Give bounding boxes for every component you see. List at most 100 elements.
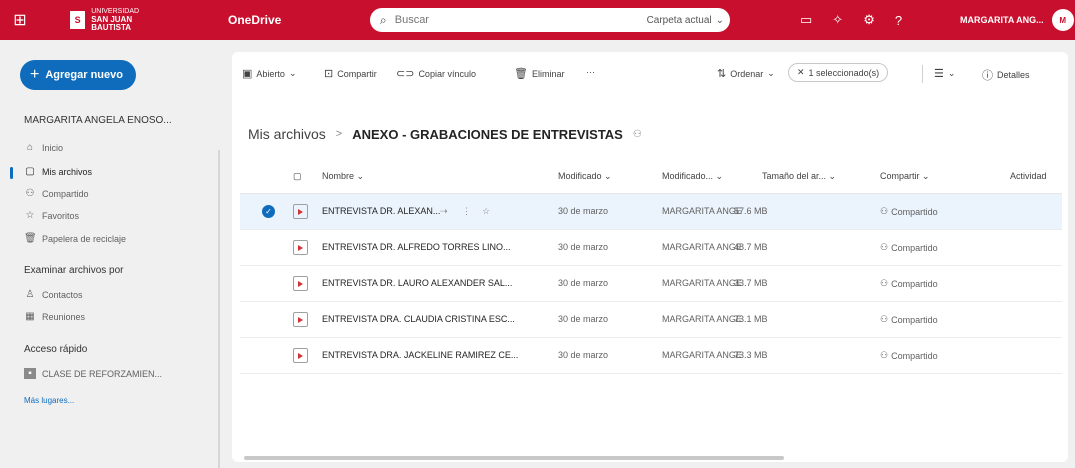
chevron-down-icon: ⌄ [947,68,956,78]
star-icon[interactable]: ☆ [482,206,490,217]
avatar[interactable]: M [1051,9,1074,31]
checkmark-icon[interactable]: ✓ [262,205,275,218]
column-name[interactable]: Nombre ⌄ [322,171,364,182]
sharing-status[interactable]: ⚇ Compartido [880,242,938,253]
table-row[interactable]: ✓ ENTREVISTA DR. ALEXAN... ⇢ ⋮ ☆ 30 de m… [240,194,1062,230]
sharing-status[interactable]: ⚇ Compartido [880,314,938,325]
view-options-button[interactable]: ☰ ⌄ [934,67,955,80]
nav-item-home[interactable]: ⌂ Inicio [24,142,63,153]
premium-icon[interactable]: ✧ [832,12,843,28]
file-type-icon[interactable]: ▢ [293,171,302,182]
people-icon[interactable]: ⚇ [633,129,642,140]
sharing-label: Compartido [891,350,938,361]
nav-item-meetings[interactable]: ▦ Reuniones [24,311,85,322]
sharing-status[interactable]: ⚇ Compartido [880,206,938,217]
modified-by[interactable]: MARGARITA ANGE [662,350,742,360]
folder-icon: ▢ [25,166,35,177]
university-logo[interactable]: S UNIVERSIDAD SAN JUAN BAUTISTA [40,0,170,40]
nav-item-contacts[interactable]: ♙ Contactos [24,289,83,300]
help-icon[interactable]: ? [895,13,902,28]
column-label: Modificado... [662,171,714,181]
more-row-icon[interactable]: ⋮ [462,206,471,217]
more-actions-button[interactable]: ··· [586,67,595,77]
selection-count: 1 seleccionado(s) [808,67,880,78]
table-row[interactable]: ENTREVISTA DRA. JACKELINE RAMIREZ CE... … [240,338,1062,374]
more-places-link[interactable]: Más lugares... [24,396,74,405]
modified-date: 30 de marzo [558,350,609,360]
column-sharing[interactable]: Compartir ⌄ [880,171,930,182]
open-icon: ▣ [242,68,253,80]
settings-icon[interactable]: ⚙ [863,12,875,28]
table-row[interactable]: ENTREVISTA DR. ALFREDO TORRES LINO... 30… [240,230,1062,266]
table-header: ▢ Nombre ⌄ Modificado ⌄ Modificado... ⌄ … [240,158,1062,194]
user-name: MARGARITA ANG... [960,15,1044,25]
nav-item-favorites[interactable]: ☆ Favoritos [24,210,80,221]
share-button[interactable]: ⊡ Compartir [324,67,377,80]
file-table: ▢ Nombre ⌄ Modificado ⌄ Modificado... ⌄ … [240,158,1062,374]
file-name[interactable]: ENTREVISTA DR. LAURO ALEXANDER SAL... [322,278,512,288]
close-icon[interactable]: ✕ [797,67,805,78]
sharing-label: Compartido [891,314,938,325]
nav-item-quick-class[interactable]: ▪ CLASE DE REFORZAMIEN... [24,368,162,379]
app-name[interactable]: OneDrive [228,13,281,27]
nav-item-recycle-bin[interactable]: 🗑 Papelera de reciclaje [24,233,126,244]
modified-by[interactable]: MARGARITA ANGE [662,278,742,288]
video-file-icon [293,348,308,363]
open-button[interactable]: ▣ Abierto ⌄ [242,67,296,80]
sharing-status[interactable]: ⚇ Compartido [880,350,938,361]
column-size[interactable]: Tamaño del ar... ⌄ [762,171,836,182]
share-row-icon[interactable]: ⇢ [440,206,448,217]
column-modified-by[interactable]: Modificado... ⌄ [662,171,723,182]
sort-label: Ordenar [730,68,764,79]
trash-icon: 🗑 [24,233,37,244]
column-activity[interactable]: Actividad [1010,171,1047,181]
add-new-button[interactable]: + Agregar nuevo [20,60,136,90]
nav-divider[interactable] [218,150,220,468]
nav-item-shared[interactable]: ⚇ Compartido [24,188,89,199]
trash-icon: 🗑 [514,68,528,80]
nav-label: CLASE DE REFORZAMIEN... [42,368,163,379]
file-size: 57.6 MB [734,206,768,216]
logo-big-text: SAN JUAN BAUTISTA [91,15,133,32]
nav-label: Contactos [42,289,83,300]
horizontal-scrollbar[interactable] [244,456,784,460]
search-input[interactable] [394,14,647,26]
breadcrumb-current[interactable]: ANEXO - GRABACIONES DE ENTREVISTAS [352,127,623,142]
column-modified[interactable]: Modificado ⌄ [558,171,612,182]
nav-label: Favoritos [42,210,80,221]
search-scope-label: Carpeta actual [646,14,712,26]
modified-by[interactable]: MARGARITA ANGE [662,206,742,216]
file-name[interactable]: ENTREVISTA DRA. JACKELINE RAMIREZ CE... [322,350,518,360]
file-name[interactable]: ENTREVISTA DRA. CLAUDIA CRISTINA ESC... [322,314,515,324]
copy-link-button[interactable]: ⊂⊃ Copiar vínculo [396,67,476,80]
modified-date: 30 de marzo [558,314,609,324]
modified-date: 30 de marzo [558,242,609,252]
add-new-label: Agregar nuevo [45,69,123,81]
details-button[interactable]: ⓘ Detalles [982,67,1030,83]
search-scope-dropdown[interactable]: Carpeta actual ⌄ [647,15,724,26]
file-name[interactable]: ENTREVISTA DR. ALFREDO TORRES LINO... [322,242,511,252]
table-row[interactable]: ENTREVISTA DR. LAURO ALEXANDER SAL... 30… [240,266,1062,302]
table-row[interactable]: ENTREVISTA DRA. CLAUDIA CRISTINA ESC... … [240,302,1062,338]
sort-button[interactable]: ⇅ Ordenar ⌄ [717,67,775,80]
chat-icon[interactable]: ▭ [800,12,812,28]
breadcrumb-root[interactable]: Mis archivos [248,126,326,142]
video-file-icon [293,312,308,327]
sharing-status[interactable]: ⚇ Compartido [880,278,938,289]
waffle-icon[interactable]: ⊞ [0,0,40,40]
modified-by[interactable]: MARGARITA ANGE [662,314,742,324]
nav-item-my-files[interactable]: ▢ Mis archivos [24,166,92,177]
group-icon: ▪ [24,368,36,379]
list-view-icon: ☰ [934,68,944,80]
calendar-icon: ▦ [25,311,35,322]
sharing-label: Compartido [891,242,938,253]
account-name[interactable]: MARGARITA ANGELA ENOSO... [24,115,172,126]
file-name[interactable]: ENTREVISTA DR. ALEXAN... [322,206,440,216]
search-box[interactable]: ⌕ Carpeta actual ⌄ [370,8,730,32]
modified-by[interactable]: MARGARITA ANGE [662,242,742,252]
chevron-down-icon: ⌄ [767,68,775,78]
account-manager[interactable]: MARGARITA ANG... M [960,0,1074,40]
selection-pill[interactable]: ✕ 1 seleccionado(s) [788,63,889,82]
file-size: 73.1 MB [734,314,768,324]
delete-button[interactable]: 🗑 Eliminar [514,67,564,80]
